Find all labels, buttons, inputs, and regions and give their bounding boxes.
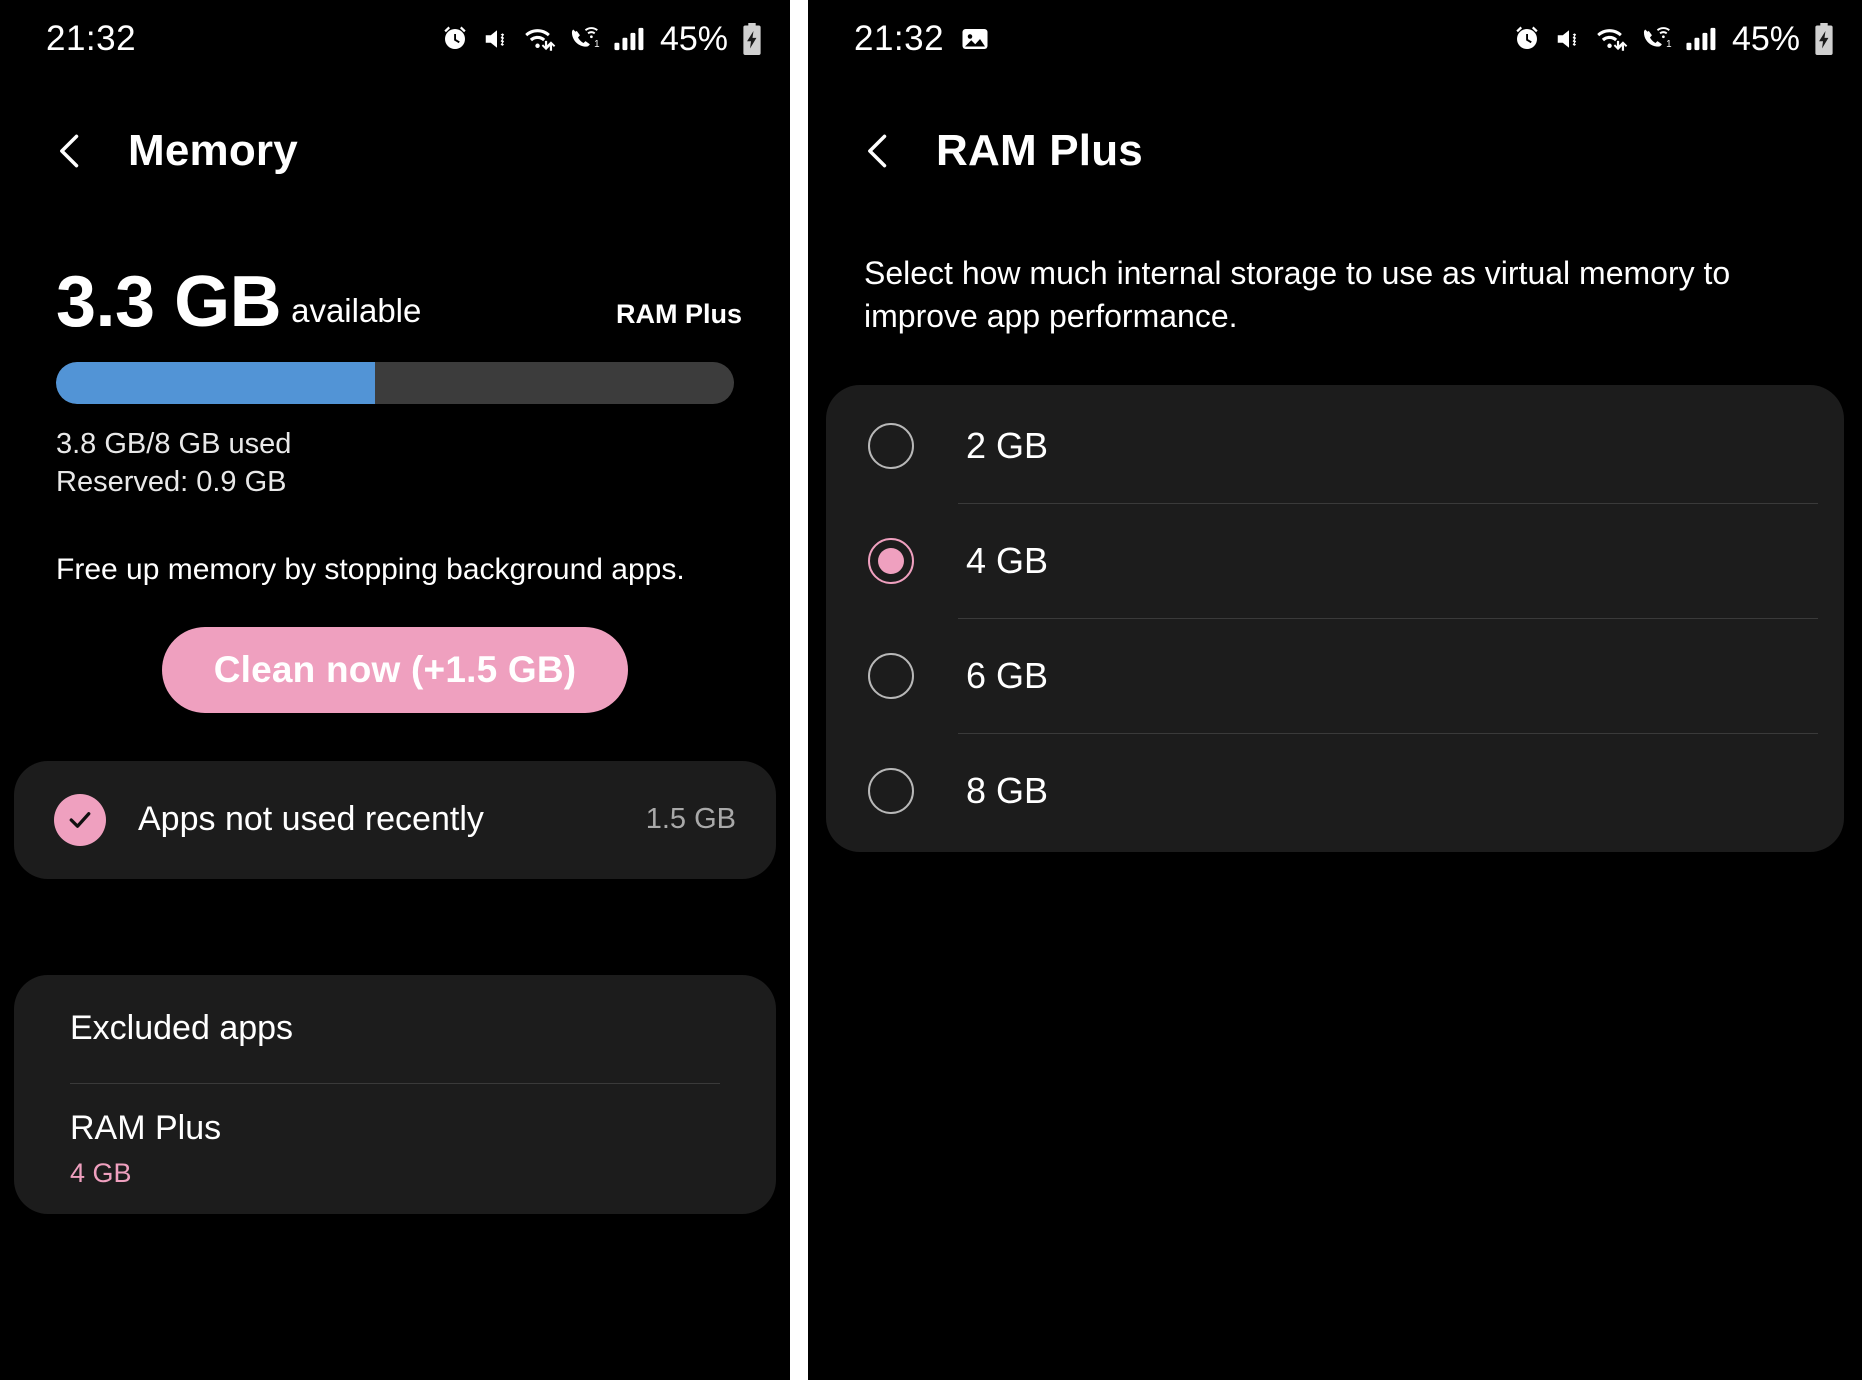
list-item-excluded-apps[interactable]: Excluded apps: [14, 975, 776, 1083]
two-screenshot-comparison: 21:32 1 45% Memory 3.3 GB available RAM …: [0, 0, 1862, 1380]
radio-option-2gb[interactable]: 2 GB: [826, 389, 1844, 503]
radio-option-8gb[interactable]: 8 GB: [826, 734, 1844, 848]
free-up-memory-hint: Free up memory by stopping background ap…: [56, 552, 685, 586]
status-icon-group: 1 45%: [1512, 20, 1836, 59]
image-icon: [960, 24, 990, 54]
back-chevron-icon[interactable]: [48, 128, 94, 174]
battery-charging-icon: [740, 23, 764, 55]
wifi-data-icon: [1596, 24, 1628, 54]
status-icon-group: 1 45%: [440, 20, 764, 59]
excluded-apps-label: Excluded apps: [70, 1009, 294, 1048]
available-memory-value: 3.3 GB: [56, 262, 282, 342]
apps-not-used-size: 1.5 GB: [645, 803, 736, 836]
radio-option-6gb[interactable]: 6 GB: [826, 619, 1844, 733]
signal-bars-icon: [612, 24, 644, 54]
memory-detail-lines: 3.8 GB/8 GB used Reserved: 0.9 GB: [56, 426, 790, 500]
radio-dot: [878, 548, 904, 575]
page-title: Memory: [128, 126, 298, 175]
radio-option-label: 2 GB: [966, 425, 1049, 467]
radio-option-4gb[interactable]: 4 GB: [826, 504, 1844, 618]
mute-vibrate-icon: [1554, 24, 1584, 54]
radio-icon[interactable]: [868, 653, 914, 700]
ram-plus-tag: RAM Plus: [615, 299, 742, 330]
radio-icon[interactable]: [868, 768, 914, 815]
ram-plus-label: RAM Plus: [70, 1108, 222, 1147]
check-icon[interactable]: [54, 793, 106, 846]
memory-settings-card: Excluded apps RAM Plus 4 GB: [14, 974, 776, 1214]
signal-bars-icon: [1684, 24, 1716, 54]
page-title: RAM Plus: [936, 126, 1143, 175]
svg-text:1: 1: [1666, 39, 1671, 50]
memory-usage-bar: [56, 362, 734, 405]
radio-option-label: 8 GB: [966, 770, 1049, 812]
memory-used-line: 3.8 GB/8 GB used: [56, 428, 292, 461]
status-time: 21:32: [854, 19, 945, 58]
svg-text:1: 1: [594, 39, 599, 50]
radio-icon-selected[interactable]: [868, 538, 914, 585]
app-bar-ram-plus: RAM Plus: [808, 96, 1862, 206]
wifi-calling-icon: 1: [1640, 24, 1672, 54]
list-item-ram-plus[interactable]: RAM Plus 4 GB: [14, 1084, 776, 1214]
alarm-icon: [440, 24, 470, 54]
wifi-calling-icon: 1: [568, 24, 600, 54]
memory-reserved-line: Reserved: 0.9 GB: [56, 465, 287, 498]
apps-not-used-label: Apps not used recently: [138, 800, 484, 839]
available-memory-label: available: [291, 292, 422, 330]
ram-plus-screen: 21:32 1 45% RAM Plus Select how much int…: [808, 0, 1862, 1380]
ram-plus-value: 4 GB: [70, 1157, 132, 1188]
mute-vibrate-icon: [482, 24, 512, 54]
app-bar-memory: Memory: [0, 96, 790, 206]
ram-plus-description: Select how much internal storage to use …: [864, 255, 1731, 334]
radio-option-label: 6 GB: [966, 655, 1049, 697]
battery-charging-icon: [1812, 23, 1836, 55]
status-time: 21:32: [46, 19, 137, 58]
back-chevron-icon[interactable]: [856, 128, 902, 174]
screenshot-separator: [790, 0, 808, 1380]
battery-percent-label: 45%: [659, 19, 728, 58]
clean-now-container: Clean now (+1.5 GB): [0, 626, 790, 713]
memory-screen: 21:32 1 45% Memory 3.3 GB available RAM …: [0, 0, 790, 1380]
radio-option-label: 4 GB: [966, 540, 1049, 582]
battery-percent-label: 45%: [1731, 19, 1800, 58]
apps-not-used-recently-card[interactable]: Apps not used recently 1.5 GB: [14, 760, 776, 879]
wifi-data-icon: [524, 24, 556, 54]
alarm-icon: [1512, 24, 1542, 54]
clean-now-button[interactable]: Clean now (+1.5 GB): [161, 626, 629, 713]
radio-icon[interactable]: [868, 423, 914, 470]
ram-plus-options-card: 2 GB 4 GB 6 GB 8 GB: [826, 385, 1844, 853]
memory-usage-bar-fill: [56, 362, 375, 405]
status-bar-right: 21:32 1 45%: [808, 0, 1862, 78]
memory-summary-header: 3.3 GB available RAM Plus: [0, 262, 790, 342]
status-bar-left: 21:32 1 45%: [0, 0, 790, 78]
